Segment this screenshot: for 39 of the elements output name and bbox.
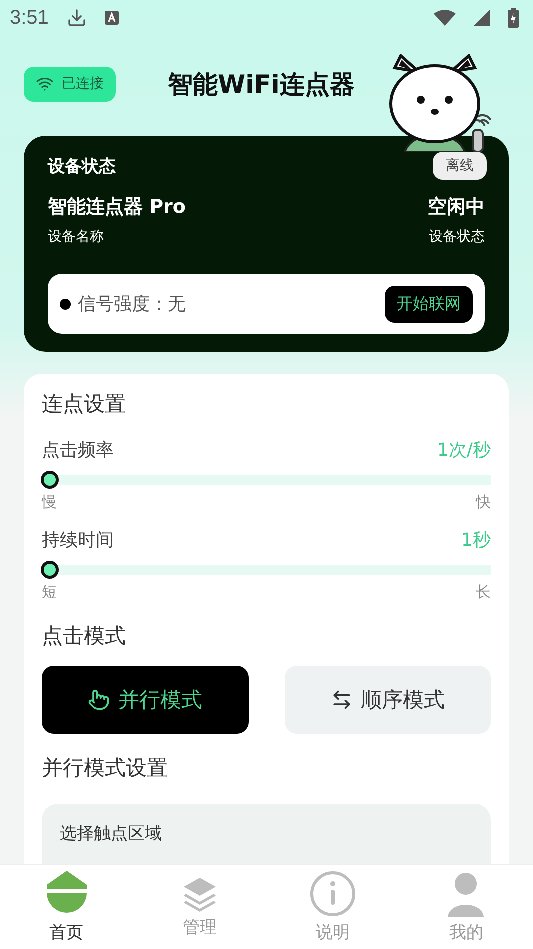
- connection-label: 已连接: [62, 75, 104, 93]
- slider-label: 持续时间: [42, 529, 114, 552]
- device-name-label: 设备名称: [48, 228, 104, 246]
- slider-max-label: 长: [476, 583, 491, 602]
- card-title: 设备状态: [48, 156, 116, 178]
- device-state: 空闲中: [428, 195, 485, 220]
- slider-min-label: 短: [42, 583, 57, 602]
- signal-strength-text: 信号强度：无: [78, 293, 187, 316]
- area-title: 选择触点区域: [60, 824, 162, 844]
- section-title: 点击模式: [42, 623, 127, 650]
- cell-signal-icon: [474, 10, 490, 26]
- keyboard-icon: [104, 11, 119, 25]
- signal-dot-icon: [60, 298, 71, 310]
- slider-min-label: 慢: [42, 493, 57, 512]
- device-name: 智能连点器 Pro: [48, 195, 186, 220]
- section-title: 连点设置: [42, 391, 127, 418]
- layers-icon: [182, 876, 217, 912]
- touch-icon: [88, 689, 110, 711]
- mode-button[interactable]: 并行模式: [42, 666, 248, 734]
- slider-max-label: 快: [476, 493, 491, 512]
- device-state-label: 设备状态: [429, 228, 485, 246]
- nav-tab[interactable]: 首页: [0, 865, 134, 949]
- section-title: 并行模式设置: [42, 755, 169, 782]
- wifi-signal-icon: [434, 10, 456, 26]
- offline-badge: 离线: [433, 152, 487, 180]
- slider-value: 1次/秒: [437, 439, 491, 462]
- status-time: 3:51: [10, 6, 49, 30]
- start-network-button[interactable]: 开始联网: [385, 286, 473, 322]
- download-icon: [66, 8, 87, 28]
- slider-thumb[interactable]: [41, 561, 59, 579]
- slider-thumb[interactable]: [41, 471, 59, 489]
- slider-value: 1秒: [462, 529, 491, 552]
- mode-button[interactable]: 顺序模式: [284, 666, 491, 734]
- wifi-icon: [36, 75, 54, 93]
- info-icon: [310, 870, 356, 916]
- slider-label: 点击频率: [42, 439, 114, 462]
- battery-icon: [508, 8, 519, 28]
- app-title: 智能WiFi连点器: [168, 68, 355, 100]
- user-icon: [446, 870, 486, 916]
